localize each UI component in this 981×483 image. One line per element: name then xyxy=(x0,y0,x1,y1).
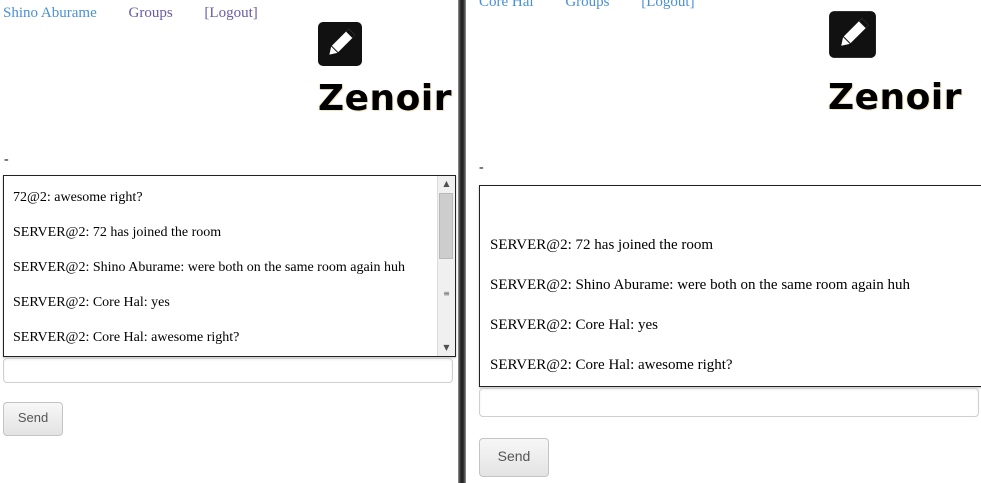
user-profile-link[interactable]: Core Hal xyxy=(479,0,534,10)
chat-message: SERVER@2: Core Hal: awesome right? xyxy=(13,330,240,345)
message-input[interactable] xyxy=(479,388,979,417)
scrollbar-thumb[interactable] xyxy=(439,193,453,259)
scroll-down-arrow-icon[interactable]: ▼ xyxy=(438,340,455,356)
separator-dash: - xyxy=(4,152,9,167)
right-chat-window: Core Hal Groups [Logout] Zenoir - SERVER… xyxy=(466,0,981,483)
groups-link[interactable]: Groups xyxy=(565,0,609,10)
scroll-up-arrow-icon[interactable]: ▲ xyxy=(438,176,455,192)
chat-message: SERVER@2: Core Hal: yes xyxy=(13,295,170,310)
chat-message: 72@2: awesome right? xyxy=(13,190,143,205)
top-nav: Shino Aburame Groups [Logout] xyxy=(3,5,286,22)
chat-log-scrollbar[interactable]: ▲ ≡ ▼ xyxy=(437,176,455,356)
window-divider xyxy=(458,0,466,483)
send-button[interactable]: Send xyxy=(479,438,549,477)
left-chat-window: Shino Aburame Groups [Logout] Zenoir - 7… xyxy=(0,0,458,483)
groups-link[interactable]: Groups xyxy=(129,5,173,21)
separator-dash: - xyxy=(479,160,484,175)
message-input[interactable] xyxy=(3,358,453,383)
chat-log[interactable]: 72@2: awesome right? SERVER@2: 72 has jo… xyxy=(3,175,456,357)
chat-message: SERVER@2: Shino Aburame: were both on th… xyxy=(13,260,406,275)
chat-message: SERVER@2: Shino Aburame: were both on th… xyxy=(490,277,911,293)
chat-message: SERVER@2: 72 has joined the room xyxy=(490,237,714,253)
logo-text: Zenoir xyxy=(318,78,452,119)
top-nav: Core Hal Groups [Logout] xyxy=(479,0,723,11)
logout-link[interactable]: [Logout] xyxy=(641,0,694,10)
scroll-grip-icon: ≡ xyxy=(443,289,450,298)
send-button[interactable]: Send xyxy=(3,402,63,436)
user-profile-link[interactable]: Shino Aburame xyxy=(3,5,97,21)
logout-link[interactable]: [Logout] xyxy=(204,5,257,21)
logo-text: Zenoir xyxy=(828,77,962,118)
chat-message: SERVER@2: 72 has joined the room xyxy=(13,225,222,240)
chat-message: SERVER@2: Core Hal: awesome right? xyxy=(490,357,733,373)
edit-square-icon xyxy=(318,22,362,66)
chat-message: SERVER@2: Core Hal: yes xyxy=(490,317,659,333)
edit-square-icon xyxy=(829,11,876,58)
chat-log[interactable]: SERVER@2: 72 has joined the room SERVER@… xyxy=(479,185,981,387)
